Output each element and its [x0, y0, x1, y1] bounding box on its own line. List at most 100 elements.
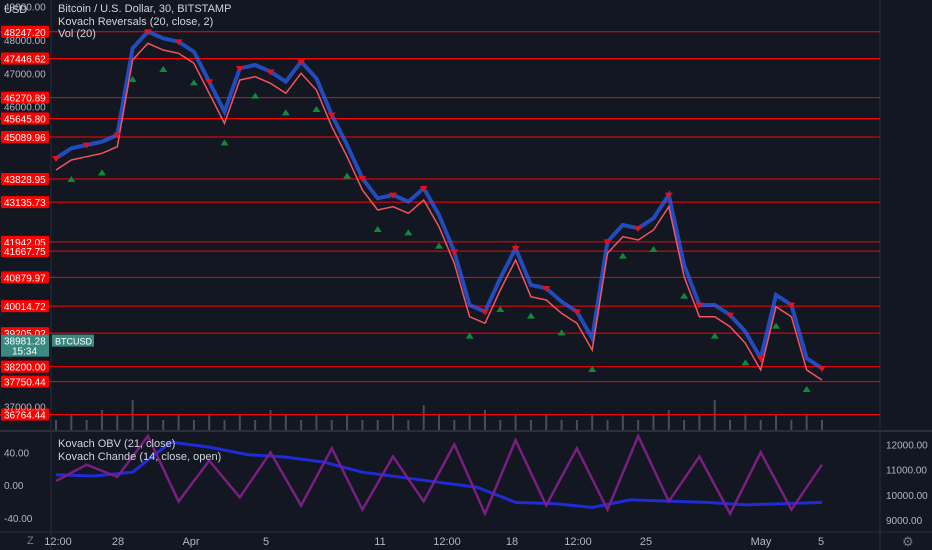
volume-bar: [438, 415, 440, 430]
volume-bar: [162, 420, 165, 430]
volume-bar: [85, 420, 88, 430]
buy-marker: [373, 226, 382, 232]
time-tick-label: 5: [818, 536, 824, 548]
level-label: 41667.75: [4, 247, 46, 258]
buy-marker: [189, 79, 198, 86]
reversal-markers: [52, 29, 826, 392]
volume-bar: [346, 415, 349, 430]
time-tick-label: 12:00: [44, 536, 72, 548]
sell-marker: [818, 366, 826, 372]
volume-bar: [499, 420, 502, 430]
buy-marker: [312, 106, 321, 112]
buy-marker: [772, 322, 781, 329]
support-resistance-levels: 48247.2047446.6246270.8945645.8045089.96…: [0, 25, 880, 422]
buy-marker: [649, 246, 658, 252]
indicator-obv-label[interactable]: Kovach OBV (21, close): [58, 438, 221, 451]
volume-bar: [392, 415, 395, 430]
volume-bar: [560, 420, 563, 430]
volume-bar: [254, 420, 257, 430]
level-label: 40014.72: [4, 302, 46, 313]
buy-marker: [97, 169, 106, 176]
level-label: 37750.44: [4, 378, 46, 389]
level-label: 45645.80: [4, 114, 46, 125]
price-tick-label: 47000.00: [4, 69, 46, 80]
chande-tick-label: 0.00: [4, 481, 24, 492]
price-tick-label: 46000.00: [4, 103, 46, 114]
volume-bar: [223, 420, 226, 430]
volume-bar: [208, 415, 211, 430]
obv-tick-label: 12000.00: [886, 441, 928, 452]
buy-marker: [741, 359, 750, 366]
volume-bar: [238, 415, 241, 430]
timezone-icon[interactable]: Z: [27, 535, 34, 547]
level-label: 45089.96: [4, 133, 46, 144]
price-tick-label: 48000.00: [4, 36, 46, 47]
volume-bar: [591, 415, 594, 430]
buy-marker: [802, 386, 811, 392]
lower-pane-legend: Kovach OBV (21, close) Kovach Chande (14…: [58, 438, 221, 463]
volume-bar: [483, 410, 486, 430]
volume-bar: [116, 415, 119, 430]
time-tick-label: 25: [640, 536, 652, 548]
time-tick-label: 12:00: [433, 536, 461, 548]
volume-bar: [55, 420, 57, 430]
volume-bar: [698, 415, 701, 430]
volume-bar: [529, 420, 532, 430]
time-tick-label: Apr: [182, 536, 199, 548]
indicator-reversals-label[interactable]: Kovach Reversals (20, close, 2): [58, 16, 231, 29]
volume-bar: [729, 420, 732, 430]
buy-marker: [680, 292, 689, 299]
obv-tick-label: 11000.00: [886, 466, 927, 477]
volume-bar: [683, 420, 686, 430]
buy-marker: [404, 229, 413, 236]
volume-bar: [376, 420, 379, 430]
volume-bar: [805, 415, 808, 430]
buy-marker: [526, 312, 535, 319]
level-label: 43135.73: [4, 198, 46, 209]
volume-bar: [621, 415, 624, 430]
volume-bar: [192, 420, 195, 430]
volume-bar: [177, 415, 180, 430]
reversal-band-line: [54, 29, 824, 370]
chart-canvas[interactable]: 48247.2047446.6246270.8945645.8045089.96…: [0, 0, 932, 550]
symbol-tag-label: BTCUSD: [55, 337, 93, 347]
sell-marker: [52, 156, 60, 162]
buy-marker: [220, 139, 229, 146]
volume-bar: [330, 420, 333, 430]
volume-bar: [759, 420, 762, 430]
buy-marker: [435, 242, 443, 249]
volume-bar: [790, 420, 793, 430]
countdown-label: 15:34: [12, 347, 37, 358]
volume-bar: [315, 415, 318, 430]
buy-marker: [618, 252, 627, 259]
time-tick-label: 12:00: [564, 536, 592, 548]
time-tick-label: 5: [263, 536, 269, 548]
volume-bar: [606, 420, 609, 430]
level-label: 40879.97: [4, 273, 46, 284]
buy-marker: [251, 92, 260, 99]
volume-bar: [575, 420, 578, 430]
volume-bar: [514, 415, 517, 430]
volume-bar: [453, 420, 456, 430]
level-label: 38200.00: [4, 363, 46, 374]
volume-bar: [407, 420, 410, 430]
gear-icon[interactable]: ⚙: [902, 534, 914, 550]
time-tick-label: 18: [506, 536, 518, 548]
chande-tick-label: 40.00: [4, 448, 29, 459]
volume-bar: [775, 415, 778, 430]
volume-bar: [545, 415, 548, 430]
time-tick-label: 11: [374, 536, 385, 548]
chande-tick-label: -40.00: [4, 514, 33, 525]
indicator-chande-label[interactable]: Kovach Chande (14, close, open): [58, 451, 221, 464]
obv-tick-label: 9000.00: [886, 516, 923, 527]
currency-label: USD: [4, 4, 28, 16]
time-tick-label: May: [751, 536, 772, 548]
buy-marker: [159, 66, 168, 72]
time-axis: 12:00 28 Apr 5 11 12:00 18 12:00 25 May 5: [44, 536, 824, 548]
volume-bar: [284, 415, 287, 430]
chart-title: Bitcoin / U.S. Dollar, 30, BITSTAMP: [58, 3, 232, 15]
obv-tick-label: 10000.00: [886, 491, 928, 502]
volume-bar: [100, 410, 103, 430]
indicator-volume-label[interactable]: Vol (20): [58, 28, 231, 41]
volume-bar: [70, 415, 73, 430]
